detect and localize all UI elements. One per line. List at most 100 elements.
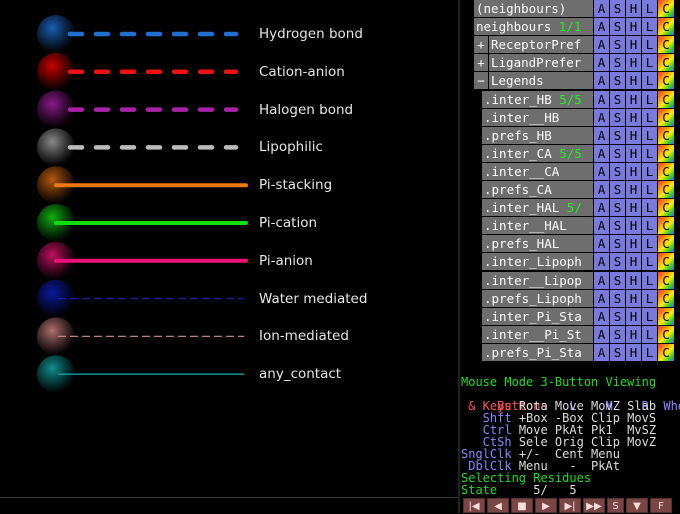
label-button[interactable]: L bbox=[642, 271, 657, 289]
object-name-button[interactable]: ReceptorPref bbox=[489, 36, 593, 54]
action-button[interactable]: A bbox=[594, 307, 609, 325]
object-name-button[interactable]: .prefs_CA bbox=[482, 181, 593, 198]
show-button[interactable]: S bbox=[610, 289, 625, 307]
fullscreen-button[interactable]: F bbox=[650, 498, 672, 513]
label-button[interactable]: L bbox=[642, 199, 657, 217]
show-button[interactable]: S bbox=[610, 199, 625, 217]
hide-button[interactable]: H bbox=[626, 144, 641, 162]
action-button[interactable]: A bbox=[594, 108, 609, 126]
label-button[interactable]: L bbox=[642, 289, 657, 307]
hide-button[interactable]: H bbox=[626, 36, 641, 54]
action-button[interactable]: A bbox=[594, 36, 609, 54]
color-button[interactable]: C bbox=[658, 235, 674, 253]
action-button[interactable]: A bbox=[594, 325, 609, 343]
show-button[interactable]: S bbox=[610, 325, 625, 343]
label-button[interactable]: L bbox=[642, 0, 657, 17]
label-button[interactable]: L bbox=[642, 343, 657, 361]
label-button[interactable]: L bbox=[642, 253, 657, 271]
show-button[interactable]: S bbox=[610, 235, 625, 253]
object-name-button[interactable]: .prefs_Pi_Sta bbox=[482, 343, 593, 361]
action-button[interactable]: A bbox=[594, 343, 609, 361]
hide-button[interactable]: H bbox=[626, 72, 641, 90]
show-button[interactable]: S bbox=[610, 271, 625, 289]
show-button[interactable]: S bbox=[610, 36, 625, 54]
label-button[interactable]: L bbox=[642, 90, 657, 108]
object-name-button[interactable]: .inter__HB bbox=[482, 108, 593, 126]
label-button[interactable]: L bbox=[642, 235, 657, 253]
hide-button[interactable]: H bbox=[626, 18, 641, 36]
action-button[interactable]: A bbox=[594, 235, 609, 253]
color-button[interactable]: C bbox=[658, 72, 674, 90]
color-button[interactable]: C bbox=[658, 289, 674, 307]
action-button[interactable]: A bbox=[594, 162, 609, 180]
menu-down-button[interactable]: ▼ bbox=[626, 498, 648, 513]
show-button[interactable]: S bbox=[610, 181, 625, 198]
command-line[interactable] bbox=[0, 497, 458, 514]
hide-button[interactable]: H bbox=[626, 235, 641, 253]
object-name-button[interactable]: .inter_Pi_Sta bbox=[482, 307, 593, 325]
object-name-button[interactable]: .inter_CA 5/5 bbox=[482, 144, 593, 162]
object-name-button[interactable]: neighbours 1/1 bbox=[474, 18, 593, 36]
object-name-button[interactable]: .prefs_HB bbox=[482, 126, 593, 144]
3d-viewport[interactable] bbox=[0, 0, 458, 497]
object-name-button[interactable]: (neighbours) bbox=[474, 0, 593, 17]
label-button[interactable]: L bbox=[642, 72, 657, 90]
show-button[interactable]: S bbox=[610, 253, 625, 271]
show-button[interactable]: S bbox=[610, 108, 625, 126]
label-button[interactable]: L bbox=[642, 54, 657, 72]
hide-button[interactable]: H bbox=[626, 271, 641, 289]
color-button[interactable]: C bbox=[658, 217, 674, 235]
action-button[interactable]: A bbox=[594, 126, 609, 144]
hide-button[interactable]: H bbox=[626, 325, 641, 343]
label-button[interactable]: L bbox=[642, 126, 657, 144]
color-button[interactable]: C bbox=[658, 36, 674, 54]
object-name-button[interactable]: .inter__HAL bbox=[482, 217, 593, 235]
label-button[interactable]: L bbox=[642, 307, 657, 325]
step-back-button[interactable]: ◀ bbox=[487, 498, 509, 513]
object-name-button[interactable]: .prefs_Lipoph bbox=[482, 289, 593, 307]
color-button[interactable]: C bbox=[658, 108, 674, 126]
object-name-button[interactable]: Legends bbox=[489, 72, 593, 90]
object-name-button[interactable]: .prefs_HAL bbox=[482, 235, 593, 253]
action-button[interactable]: A bbox=[594, 217, 609, 235]
show-button[interactable]: S bbox=[610, 72, 625, 90]
color-button[interactable]: C bbox=[658, 54, 674, 72]
stop-button[interactable]: ■ bbox=[511, 498, 533, 513]
label-button[interactable]: L bbox=[642, 325, 657, 343]
color-button[interactable]: C bbox=[658, 325, 674, 343]
hide-button[interactable]: H bbox=[626, 54, 641, 72]
object-name-button[interactable]: .inter_HAL 5/ bbox=[482, 199, 593, 217]
hide-button[interactable]: H bbox=[626, 108, 641, 126]
color-button[interactable]: C bbox=[658, 90, 674, 108]
action-button[interactable]: A bbox=[594, 289, 609, 307]
color-button[interactable]: C bbox=[658, 162, 674, 180]
label-button[interactable]: L bbox=[642, 162, 657, 180]
scene-button[interactable]: S bbox=[607, 498, 624, 513]
hide-button[interactable]: H bbox=[626, 90, 641, 108]
color-button[interactable]: C bbox=[658, 253, 674, 271]
hide-button[interactable]: H bbox=[626, 253, 641, 271]
color-button[interactable]: C bbox=[658, 271, 674, 289]
expand-icon[interactable]: + bbox=[474, 36, 488, 54]
show-button[interactable]: S bbox=[610, 54, 625, 72]
show-button[interactable]: S bbox=[610, 144, 625, 162]
hide-button[interactable]: H bbox=[626, 199, 641, 217]
color-button[interactable]: C bbox=[658, 144, 674, 162]
object-name-button[interactable]: LigandPrefer bbox=[489, 54, 593, 72]
hide-button[interactable]: H bbox=[626, 289, 641, 307]
color-button[interactable]: C bbox=[658, 0, 674, 17]
show-button[interactable]: S bbox=[610, 90, 625, 108]
color-button[interactable]: C bbox=[658, 18, 674, 36]
show-button[interactable]: S bbox=[610, 18, 625, 36]
object-name-button[interactable]: .inter__CA bbox=[482, 162, 593, 180]
action-button[interactable]: A bbox=[594, 199, 609, 217]
show-button[interactable]: S bbox=[610, 162, 625, 180]
label-button[interactable]: L bbox=[642, 36, 657, 54]
fast-forward-button[interactable]: ▶▶ bbox=[583, 498, 605, 513]
object-name-button[interactable]: .inter__Lipop bbox=[482, 271, 593, 289]
action-button[interactable]: A bbox=[594, 90, 609, 108]
action-button[interactable]: A bbox=[594, 72, 609, 90]
expand-icon[interactable]: + bbox=[474, 54, 488, 72]
label-button[interactable]: L bbox=[642, 217, 657, 235]
mouse-mode-title-text[interactable]: Mouse Mode 3-Button Viewing bbox=[461, 375, 656, 389]
